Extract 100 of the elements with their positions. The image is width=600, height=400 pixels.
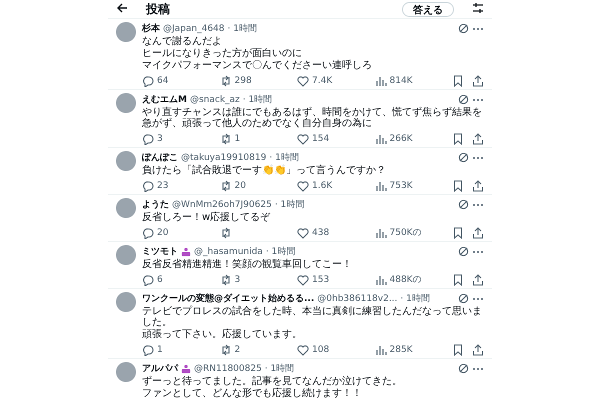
bookmark-button[interactable] xyxy=(452,74,464,86)
user-name[interactable]: えむエムM xyxy=(142,93,187,106)
repost-button[interactable]: 20 xyxy=(220,180,246,192)
like-button[interactable]: 438 xyxy=(297,226,330,238)
reply-text: やり直すチャンスは誰にでもあるはず、時間をかけて、慌てず焦らず結果を急がず、頑張って他人のためでなく自分自身の為に xyxy=(142,107,483,129)
share-icon xyxy=(472,226,484,238)
reply-text: マイクパフォーマンスで〇んでくださーい連呼しろ xyxy=(142,60,373,71)
reply-text: ファンとして、どんな形でも応援し続けます！！ xyxy=(142,388,363,399)
user-handle[interactable]: @0hb386118v2... xyxy=(317,294,398,304)
affiliate-badge-icon xyxy=(181,246,191,256)
repost-icon xyxy=(220,344,232,356)
repost-button[interactable]: 2 xyxy=(220,344,240,356)
like-icon xyxy=(297,274,309,286)
reply-button[interactable]: 23 xyxy=(142,180,168,192)
post-time: · 1時間 xyxy=(264,362,294,375)
share-button[interactable] xyxy=(472,344,484,356)
bookmark-button[interactable] xyxy=(452,180,464,192)
views-icon xyxy=(374,344,386,356)
page-title: 投稿 xyxy=(146,0,171,18)
grok-button[interactable] xyxy=(458,152,469,163)
circle-slash-icon xyxy=(458,152,469,163)
views-button[interactable]: 266K xyxy=(374,132,413,144)
post-time: · 1時間 xyxy=(269,152,299,164)
user-handle[interactable]: @snack_az xyxy=(190,94,240,104)
share-button[interactable] xyxy=(472,74,484,86)
share-button[interactable] xyxy=(472,226,484,238)
user-name[interactable]: ワンクールの変態@ダイエット始めるる... xyxy=(142,292,314,305)
grok-button[interactable] xyxy=(458,293,469,304)
views-button[interactable]: 814K xyxy=(374,74,413,86)
share-icon xyxy=(472,74,484,86)
like-button[interactable]: 154 xyxy=(297,132,330,144)
user-handle[interactable]: @RN11800825 xyxy=(194,364,262,374)
grok-button[interactable] xyxy=(458,363,469,374)
user-handle[interactable]: @Japan_4648 xyxy=(163,24,225,34)
reply-button[interactable]: 1 xyxy=(142,344,163,356)
reply-text: なんで謝るんだよ xyxy=(142,36,223,47)
circle-slash-icon xyxy=(458,199,469,210)
user-name[interactable]: ミツモト xyxy=(142,245,178,258)
grok-button[interactable] xyxy=(458,199,469,210)
repost-button[interactable]: 3 xyxy=(220,274,240,286)
grok-button[interactable] xyxy=(458,94,469,105)
reply-text: ずーっと待ってました。記事を見てなんだか泣けてきた。 xyxy=(142,376,403,387)
repost-button[interactable]: 1 xyxy=(220,132,240,144)
circle-slash-icon xyxy=(458,293,469,304)
repost-icon xyxy=(220,74,232,86)
user-handle[interactable]: @takuya19910819 xyxy=(181,152,266,162)
reply-icon xyxy=(142,274,154,286)
views-button[interactable]: 753K xyxy=(374,180,413,192)
circle-slash-icon xyxy=(458,94,469,105)
views-icon xyxy=(374,274,386,286)
like-button[interactable]: 1.6K xyxy=(297,180,332,192)
reply-text: 負けたら「試合敗退でーす👏👏」って言うんですか？ xyxy=(142,165,387,176)
user-name[interactable]: アルパパ xyxy=(142,362,178,375)
like-button[interactable]: 7.4K xyxy=(297,74,332,86)
share-button[interactable] xyxy=(472,132,484,144)
share-icon xyxy=(472,132,484,144)
reply-text: テレビでプロレスの試合をした時、本当に真剣に練習したんだなって思いました。 xyxy=(142,306,483,328)
post-time: · 1時間 xyxy=(274,198,304,211)
like-button[interactable]: 153 xyxy=(297,274,330,286)
reply-text: 反省しろー！w応援してるぞ xyxy=(142,212,272,223)
views-icon xyxy=(374,180,386,192)
share-icon xyxy=(472,274,484,286)
back-icon xyxy=(116,2,128,14)
reply-button[interactable]: 6 xyxy=(142,274,163,286)
user-name[interactable]: ぽんぽこ xyxy=(142,151,178,164)
bookmark-button[interactable] xyxy=(452,344,464,356)
user-handle[interactable]: @_hasamunida xyxy=(194,246,263,256)
views-button[interactable]: 285K xyxy=(374,344,413,356)
repost-icon xyxy=(220,180,232,192)
reply-text: 頑張って下さい。応援しています。 xyxy=(142,329,303,340)
share-button[interactable] xyxy=(472,180,484,192)
bookmark-button[interactable] xyxy=(452,226,464,238)
bookmark-button[interactable] xyxy=(452,274,464,286)
views-icon xyxy=(374,132,386,144)
reply-text: ヒールになりきった方が面白いのに xyxy=(142,48,303,59)
bookmark-button[interactable] xyxy=(452,132,464,144)
like-button[interactable]: 108 xyxy=(297,344,330,356)
reply-icon xyxy=(142,74,154,86)
reply-button[interactable]: 答える xyxy=(402,2,454,16)
post-time: · 1時間 xyxy=(242,94,272,106)
reply-button[interactable]: 64 xyxy=(142,74,168,86)
user-handle[interactable]: @WnMm26oh7J90625 xyxy=(172,200,272,210)
repost-icon xyxy=(220,132,232,144)
reply-icon xyxy=(142,226,154,238)
grok-button[interactable] xyxy=(458,246,469,257)
user-name[interactable]: ようた xyxy=(142,198,169,211)
views-button[interactable]: 750Kの xyxy=(374,226,422,239)
user-name[interactable]: 杉本 xyxy=(142,22,160,35)
bookmark-icon xyxy=(452,180,464,192)
like-icon xyxy=(297,344,309,356)
bookmark-icon xyxy=(452,344,464,356)
reply-button[interactable]: 3 xyxy=(142,132,163,144)
repost-button[interactable] xyxy=(220,226,232,238)
views-icon xyxy=(374,226,386,238)
repost-button[interactable]: 298 xyxy=(220,74,252,86)
share-button[interactable] xyxy=(472,274,484,286)
reply-button[interactable]: 20 xyxy=(142,226,168,238)
views-button[interactable]: 488Kの xyxy=(374,273,422,286)
grok-button[interactable] xyxy=(458,23,469,34)
circle-slash-icon xyxy=(458,246,469,257)
